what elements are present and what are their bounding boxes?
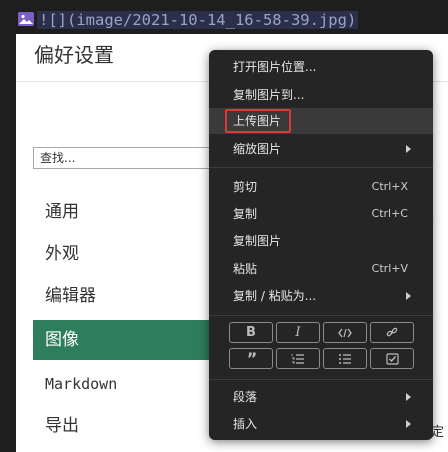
nav-item-export[interactable]: 导出: [33, 406, 233, 446]
chevron-right-icon: [406, 145, 411, 153]
menu-item-label: 复制图片到...: [233, 88, 305, 102]
code-icon[interactable]: [323, 322, 367, 343]
menu-item-open-image-location[interactable]: 打开图片位置...: [209, 54, 433, 80]
search-input[interactable]: 查找...: [33, 147, 213, 169]
menu-item-label: 缩放图片: [233, 142, 282, 156]
menu-item-cut[interactable]: 剪切 Ctrl+X: [209, 174, 433, 200]
editor-topbar: ![](image/2021-10-14_16-58-39.jpg): [0, 0, 448, 34]
menu-item-copy-paste-as[interactable]: 复制 / 粘贴为...: [209, 283, 433, 309]
ordered-list-icon[interactable]: [276, 348, 320, 369]
italic-icon[interactable]: I: [276, 322, 320, 343]
preferences-title: 偏好设置: [34, 43, 114, 67]
highlight-box: [225, 109, 291, 133]
link-icon[interactable]: [370, 322, 414, 343]
shortcut-label: Ctrl+X: [371, 180, 408, 193]
nav-item-general[interactable]: 通用: [33, 192, 233, 232]
nav-item-editor[interactable]: 编辑器: [33, 276, 233, 316]
italic-glyph: I: [295, 325, 301, 340]
task-list-icon[interactable]: [370, 348, 414, 369]
unordered-list-icon[interactable]: [323, 348, 367, 369]
image-markdown-text[interactable]: ![](image/2021-10-14_16-58-39.jpg): [37, 11, 359, 29]
quote-glyph: ”: [246, 349, 257, 368]
menu-item-paragraph[interactable]: 段落: [209, 384, 433, 410]
bold-glyph: B: [246, 325, 256, 340]
menu-separator: [209, 315, 433, 316]
menu-item-insert[interactable]: 插入: [209, 411, 433, 437]
menu-item-label: 复制 / 粘贴为...: [233, 289, 317, 303]
nav-item-appearance[interactable]: 外观: [33, 234, 233, 274]
context-menu: 打开图片位置... 复制图片到... 上传图片 缩放图片 剪切 Ctrl+X 复…: [209, 50, 433, 440]
menu-item-resize-image[interactable]: 缩放图片: [209, 136, 433, 162]
image-icon: [18, 12, 34, 26]
menu-separator: [209, 379, 433, 380]
menu-separator: [209, 167, 433, 168]
shortcut-label: Ctrl+C: [371, 207, 408, 220]
menu-item-label: 复制: [233, 207, 258, 221]
menu-item-label: 段落: [233, 390, 258, 404]
menu-item-copy-image-to[interactable]: 复制图片到...: [209, 82, 433, 108]
nav-item-image[interactable]: 图像: [33, 320, 233, 360]
bold-icon[interactable]: B: [229, 322, 273, 343]
menu-item-label: 插入: [233, 417, 258, 431]
chevron-right-icon: [406, 292, 411, 300]
shortcut-label: Ctrl+V: [371, 262, 408, 275]
menu-item-label: 剪切: [233, 180, 258, 194]
menu-item-copy-image[interactable]: 复制图片: [209, 228, 433, 254]
menu-item-copy[interactable]: 复制 Ctrl+C: [209, 201, 433, 227]
menu-item-label: 打开图片位置...: [233, 60, 317, 74]
menu-item-label: 复制图片: [233, 234, 282, 248]
nav-item-markdown[interactable]: Markdown: [33, 364, 233, 404]
chevron-right-icon: [406, 393, 411, 401]
quote-icon[interactable]: ”: [229, 348, 273, 369]
menu-item-paste[interactable]: 粘贴 Ctrl+V: [209, 256, 433, 282]
chevron-right-icon: [406, 420, 411, 428]
menu-item-label: 粘贴: [233, 262, 258, 276]
